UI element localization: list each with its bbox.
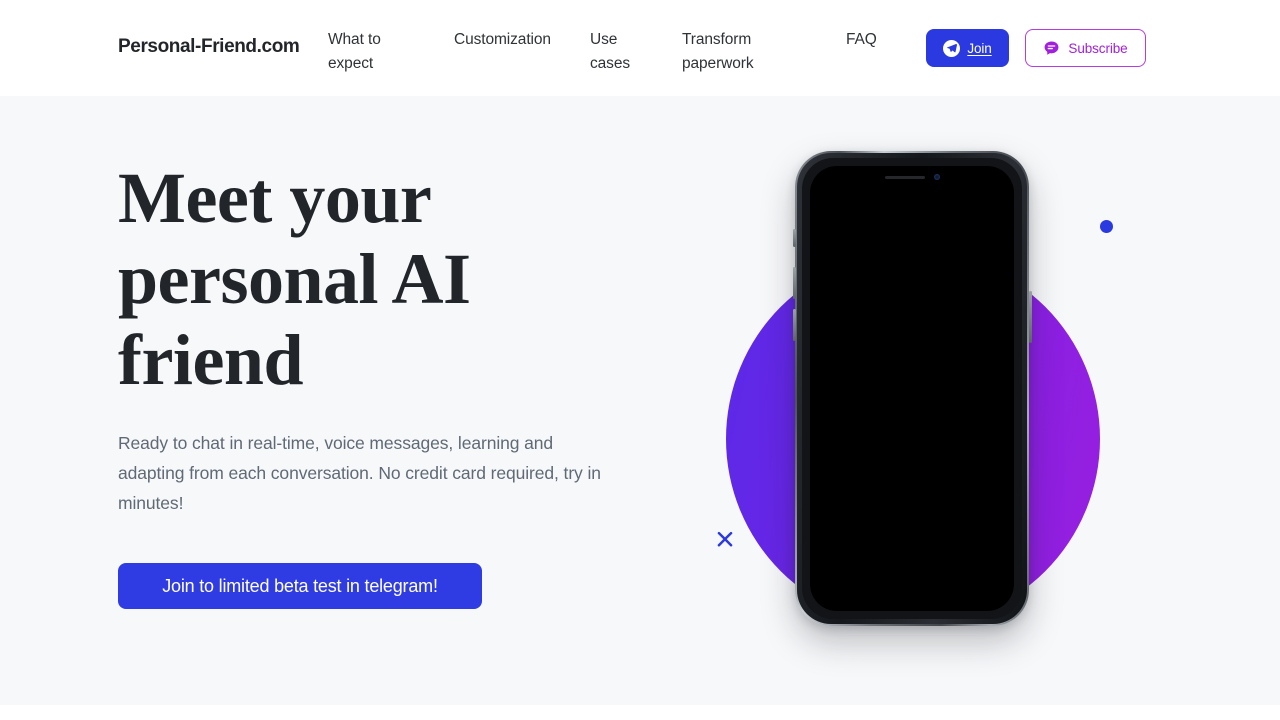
phone-inner-bezel xyxy=(802,158,1022,619)
hero-section: Meet your personal AI friend Ready to ch… xyxy=(0,96,1280,705)
chat-bubble-icon xyxy=(1044,41,1059,55)
site-logo[interactable]: Personal-Friend.com xyxy=(118,36,300,58)
nav-what-to-expect[interactable]: What to expect xyxy=(328,28,408,76)
front-camera-icon xyxy=(933,174,940,180)
subscribe-button-label: Subscribe xyxy=(1068,40,1128,56)
page-title: Meet your personal AI friend xyxy=(118,158,471,400)
join-button-label: Join xyxy=(967,40,992,56)
site-header: Personal-Friend.com What to expect Custo… xyxy=(0,0,1280,96)
phone-notch xyxy=(855,166,969,188)
blue-cross-icon xyxy=(717,531,733,547)
earpiece-speaker-icon xyxy=(884,175,925,179)
phone-volume-up-button xyxy=(792,267,796,299)
join-beta-cta-button[interactable]: Join to limited beta test in telegram! xyxy=(118,563,482,609)
iphone-mockup xyxy=(792,151,1032,626)
blue-dot-icon xyxy=(1100,220,1113,233)
phone-volume-down-button xyxy=(792,309,796,341)
hero-visual xyxy=(640,96,1280,705)
nav-use-cases[interactable]: Use cases xyxy=(590,28,646,76)
landing-page: Personal-Friend.com What to expect Custo… xyxy=(0,0,1280,720)
phone-bezel xyxy=(797,153,1027,624)
subscribe-button[interactable]: Subscribe xyxy=(1025,29,1146,67)
phone-frame xyxy=(795,151,1029,626)
telegram-icon xyxy=(943,39,961,57)
nav-transform-paperwork[interactable]: Transform paperwork xyxy=(682,28,782,76)
phone-power-button xyxy=(1028,291,1032,343)
main-navigation: What to expect Customization Use cases T… xyxy=(328,24,918,74)
hero-subtext: Ready to chat in real-time, voice messag… xyxy=(118,433,601,513)
nav-faq[interactable]: FAQ xyxy=(846,28,906,52)
phone-silent-switch xyxy=(793,229,796,247)
nav-customization[interactable]: Customization xyxy=(454,28,584,52)
page-bottom-strip xyxy=(0,705,1280,720)
phone-screen xyxy=(810,166,1014,611)
join-button[interactable]: Join xyxy=(926,29,1009,67)
